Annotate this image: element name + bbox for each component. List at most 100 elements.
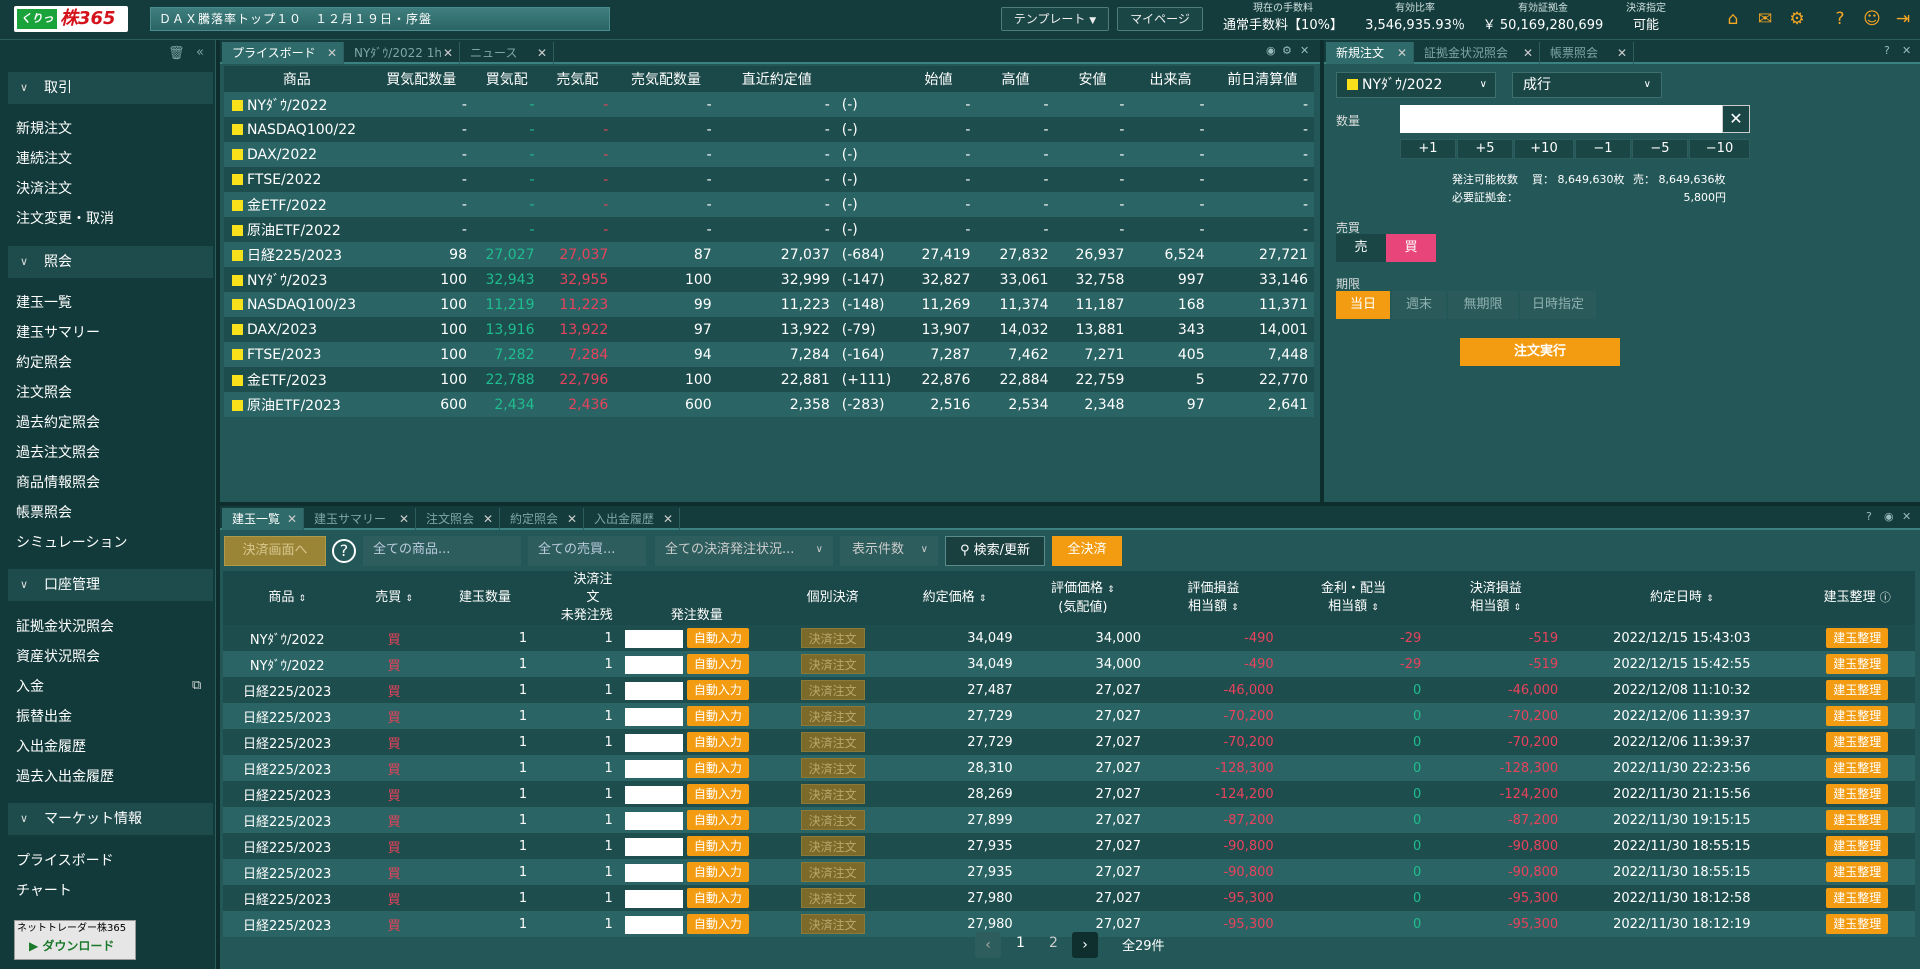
price-row[interactable]: 金ETF/2022- - - - - (-) - - - - - (224, 192, 1314, 217)
user-icon[interactable]: ☺ (1862, 9, 1882, 29)
ask-price[interactable]: 32,955 (540, 267, 615, 292)
auto-input-button[interactable]: 自動入力 (686, 758, 749, 778)
col-exec-price[interactable]: 約定価格 ⇕ (890, 571, 1019, 625)
eye-icon[interactable]: ◉ (1884, 510, 1894, 523)
price-row[interactable]: DAX/2022- - - - - (-) - - - - - (224, 142, 1314, 167)
auto-input-button[interactable]: 自動入力 (686, 888, 749, 908)
sidebar-item-new-order[interactable]: 新規注文 (16, 119, 72, 139)
bid-price[interactable]: 2,434 (472, 392, 541, 417)
bid-price[interactable]: - (472, 117, 541, 142)
order-qty-input[interactable] (624, 681, 683, 700)
order-qty-input[interactable] (624, 889, 683, 908)
sidebar-item-settle-order[interactable]: 決済注文 (16, 179, 72, 199)
search-refresh-button[interactable]: ⚲ 検索/更新 (945, 536, 1045, 566)
logout-icon[interactable]: ⇥ (1893, 9, 1913, 29)
mail-icon[interactable]: ✉ (1755, 9, 1775, 29)
col-eval-pl[interactable]: 評価損益 相当額 ⇕ (1147, 571, 1280, 625)
prev-page-icon[interactable]: ‹ (975, 932, 1001, 958)
mypage-button[interactable]: マイページ (1117, 7, 1203, 31)
close-icon[interactable]: ✕ (287, 508, 297, 530)
home-icon[interactable]: ⌂ (1723, 9, 1743, 29)
arrange-position-button[interactable]: 建玉整理 (1826, 654, 1889, 674)
tab-position-summary[interactable]: 建玉サマリー ✕ (304, 508, 416, 530)
ask-price[interactable]: - (540, 92, 615, 117)
bid-price[interactable]: 11,219 (472, 292, 541, 317)
term-datetime[interactable]: 日時指定 (1520, 291, 1596, 319)
order-qty-input[interactable] (624, 785, 683, 804)
price-row[interactable]: 原油ETF/2022- - - - - (-) - - - - - (224, 217, 1314, 242)
step-minus-5-button[interactable]: −5 (1632, 139, 1688, 159)
settle-order-button[interactable]: 決済注文 (800, 810, 865, 830)
ask-price[interactable]: 7,284 (540, 342, 615, 367)
price-row[interactable]: NASDAQ100/23 100 11,219 11,223 99 11,223 (-148… (224, 292, 1314, 317)
close-icon[interactable]: ✕ (1902, 44, 1911, 57)
help-icon[interactable]: ? (332, 539, 356, 563)
buy-toggle[interactable]: 買 (1386, 234, 1436, 262)
settle-all-button[interactable]: 全決済 (1052, 536, 1122, 566)
bid-price[interactable]: - (472, 217, 541, 242)
term-today[interactable]: 当日 (1336, 291, 1390, 319)
collapse-icon[interactable]: « (196, 45, 204, 60)
sidebar-item-continuous-order[interactable]: 連続注文 (16, 149, 72, 169)
auto-input-button[interactable]: 自動入力 (686, 654, 749, 674)
bid-price[interactable]: 22,788 (472, 367, 541, 392)
arrange-position-button[interactable]: 建玉整理 (1826, 680, 1889, 700)
price-row[interactable]: NYﾀﾞｳ/2022- - - - - (-) - - - - - (224, 92, 1314, 117)
order-qty-input[interactable] (624, 707, 683, 726)
sidebar-item-position-summary[interactable]: 建玉サマリー (16, 323, 100, 343)
ask-price[interactable]: 11,223 (540, 292, 615, 317)
sidebar-item-orders[interactable]: 注文照会 (16, 383, 72, 403)
side-filter-input[interactable]: 全ての売買... (528, 536, 646, 566)
sidebar-item-executions[interactable]: 約定照会 (16, 353, 72, 373)
ask-price[interactable]: - (540, 142, 615, 167)
settle-screen-button[interactable]: 決済画面へ (224, 536, 326, 566)
arrange-position-button[interactable]: 建玉整理 (1826, 732, 1889, 752)
help-icon[interactable]: ? (1884, 44, 1890, 57)
help-icon[interactable]: ? (1866, 510, 1872, 523)
auto-input-button[interactable]: 自動入力 (686, 836, 749, 856)
bid-price[interactable]: 27,027 (472, 242, 541, 267)
help-icon[interactable]: ? (1830, 9, 1850, 29)
section-inquiry[interactable]: ∨ 照会 (8, 246, 213, 278)
col-settle-pl[interactable]: 決済損益 相当額 ⇕ (1427, 571, 1565, 625)
order-type-select[interactable]: 成行 ∨ (1512, 72, 1662, 98)
arrange-position-button[interactable]: 建玉整理 (1826, 784, 1889, 804)
sidebar-item-price-board[interactable]: プライスボード (16, 851, 114, 871)
arrange-position-button[interactable]: 建玉整理 (1826, 888, 1889, 908)
tab-nydow-chart[interactable]: NYﾀﾞｳ/2022 1h ✕ (344, 42, 460, 64)
bid-price[interactable]: - (472, 192, 541, 217)
price-row[interactable]: DAX/2023 100 13,916 13,922 97 13,922 (-79) 13,9… (224, 317, 1314, 342)
step-plus-10-button[interactable]: +10 (1514, 139, 1574, 159)
sidebar-item-withdraw[interactable]: 振替出金 (16, 707, 72, 727)
auto-input-button[interactable]: 自動入力 (686, 784, 749, 804)
arrange-position-button[interactable]: 建玉整理 (1826, 810, 1889, 830)
order-qty-input[interactable] (624, 915, 683, 934)
price-row[interactable]: 日経225/2023 98 27,027 27,037 87 27,037 (-684) 27… (224, 242, 1314, 267)
bid-price[interactable]: 7,282 (472, 342, 541, 367)
sidebar-item-positions[interactable]: 建玉一覧 (16, 293, 72, 313)
page-2[interactable]: 2 (1049, 935, 1058, 951)
col-side[interactable]: 売買 ⇕ (351, 571, 437, 625)
sidebar-item-product-info[interactable]: 商品情報照会 (16, 473, 100, 493)
ask-price[interactable]: 27,037 (540, 242, 615, 267)
tab-new-order[interactable]: 新規注文 ✕ (1326, 42, 1414, 64)
eye-icon[interactable]: ◉ (1266, 44, 1276, 57)
term-weekend[interactable]: 週末 (1392, 291, 1446, 319)
gear-icon[interactable]: ⚙ (1787, 9, 1807, 29)
order-qty-input[interactable] (624, 629, 683, 648)
settle-order-button[interactable]: 決済注文 (800, 654, 865, 674)
display-count-select[interactable]: 表示件数 ∨ (840, 536, 938, 566)
col-interest[interactable]: 金利・配当 相当額 ⇕ (1279, 571, 1428, 625)
settle-order-button[interactable]: 決済注文 (800, 732, 865, 752)
price-row[interactable]: FTSE/2023 100 7,282 7,284 94 7,284 (-164) 7,287… (224, 342, 1314, 367)
sidebar-item-past-executions[interactable]: 過去約定照会 (16, 413, 100, 433)
sidebar-item-simulation[interactable]: シミュレーション (16, 533, 127, 553)
page-1[interactable]: 1 (1016, 935, 1025, 951)
sidebar-item-cash-history[interactable]: 入出金履歴 (16, 737, 86, 757)
bid-price[interactable]: 13,916 (472, 317, 541, 342)
settle-order-button[interactable]: 決済注文 (800, 784, 865, 804)
status-filter-select[interactable]: 全ての決済発注状況... ∨ (655, 536, 833, 566)
gear-icon[interactable]: ⚙ (1282, 44, 1292, 57)
close-icon[interactable]: ✕ (1902, 510, 1911, 523)
price-row[interactable]: 金ETF/2023 100 22,788 22,796 100 22,881 (+111) 2… (224, 367, 1314, 392)
